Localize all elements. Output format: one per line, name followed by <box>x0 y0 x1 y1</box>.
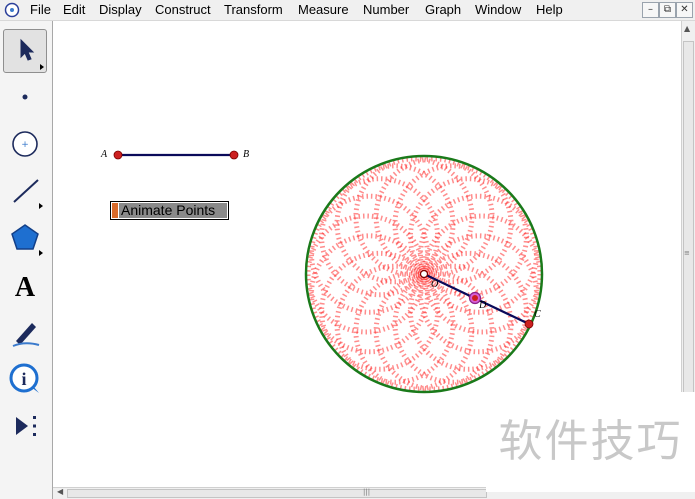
menu-graph[interactable]: Graph <box>425 2 461 18</box>
label-d: D <box>479 300 487 311</box>
horizontal-grip-icon: ||| <box>363 488 371 496</box>
straightedge-tool[interactable] <box>3 169 47 213</box>
animate-points-button[interactable]: Animate Points <box>110 201 229 220</box>
menu-window[interactable]: Window <box>475 2 521 18</box>
point-d[interactable] <box>472 295 478 301</box>
toolbox: + A i <box>0 21 53 499</box>
label-o: O <box>431 279 439 290</box>
vertical-grip-icon: ≡ <box>684 249 690 257</box>
menu-construct[interactable]: Construct <box>155 2 211 18</box>
information-tool[interactable]: i <box>3 357 47 401</box>
point-b[interactable] <box>229 150 239 160</box>
point-a[interactable] <box>113 150 123 160</box>
svg-text:A: A <box>15 272 36 303</box>
menu-bar: File Edit Display Construct Transform Me… <box>0 0 695 21</box>
menu-measure[interactable]: Measure <box>298 2 349 18</box>
marker-tool[interactable] <box>3 310 47 354</box>
point-c[interactable] <box>524 319 534 329</box>
line-segment-icon <box>13 179 43 209</box>
marker-pen-icon <box>12 323 40 347</box>
trace-circle <box>309 233 430 355</box>
label-b: B <box>243 149 250 160</box>
svg-text:i: i <box>21 369 26 389</box>
svg-text:+: + <box>21 140 29 150</box>
arrow-icon <box>20 38 44 70</box>
custom-tools-icon <box>16 416 36 436</box>
label-a: A <box>101 149 108 160</box>
label-c: C <box>534 309 541 320</box>
minimize-button[interactable]: – <box>642 2 659 18</box>
menu-help[interactable]: Help <box>536 2 563 18</box>
polygon-tool[interactable] <box>3 216 47 260</box>
watermark-text: 软件技巧 <box>486 392 695 492</box>
menu-number[interactable]: Number <box>363 2 409 18</box>
text-a-icon: A <box>15 272 36 303</box>
arrow-select-tool[interactable] <box>3 29 47 73</box>
point-tool[interactable] <box>3 75 47 119</box>
button-handle[interactable] <box>112 203 118 218</box>
info-icon: i <box>9 363 39 393</box>
point-icon <box>22 94 28 100</box>
close-button[interactable]: ✕ <box>676 2 693 18</box>
app-icon[interactable] <box>4 2 20 18</box>
trace-circle <box>305 213 427 335</box>
menu-file[interactable]: File <box>30 2 51 18</box>
point-o[interactable] <box>419 269 429 279</box>
animate-points-label: Animate Points <box>119 203 227 218</box>
scroll-left-icon[interactable]: ◀ <box>57 487 63 496</box>
text-tool[interactable]: A <box>3 263 47 307</box>
scroll-up-icon[interactable]: ▲ <box>684 24 690 33</box>
menu-transform[interactable]: Transform <box>224 2 283 18</box>
circle-icon: + <box>12 131 38 157</box>
vertical-scroll-thumb[interactable] <box>683 41 694 401</box>
custom-tool[interactable] <box>3 404 47 448</box>
compass-tool[interactable]: + <box>3 122 47 166</box>
pentagon-icon <box>11 224 43 256</box>
menu-display[interactable]: Display <box>99 2 142 18</box>
horizontal-scroll-thumb[interactable] <box>67 489 487 498</box>
restore-button[interactable]: ⧉ <box>659 2 676 18</box>
menu-edit[interactable]: Edit <box>63 2 85 18</box>
